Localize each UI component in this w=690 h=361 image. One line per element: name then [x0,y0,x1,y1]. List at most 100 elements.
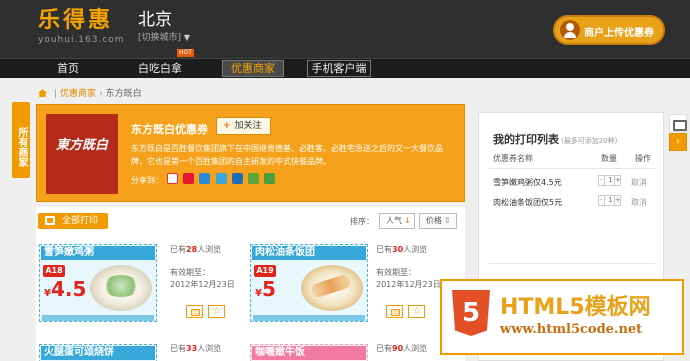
nav-home[interactable]: 首页 [44,59,92,78]
views-prefix: 已有 [170,344,186,353]
favorite-star-icon[interactable]: ☆ [408,305,425,318]
share-163-icon[interactable] [167,173,178,184]
sort-price-label: 价格 [426,216,442,225]
expand-arrow-icon[interactable]: › [669,133,687,151]
coupon-views: 已有90人浏览 [376,343,427,355]
increment-button[interactable]: + [614,196,621,205]
views-suffix: 人浏览 [197,344,222,353]
store-logo: 東方既白 [46,114,118,194]
print-all-button[interactable]: 全部打印 [38,213,108,229]
share-weibo-icon[interactable] [183,173,195,184]
views-count: 30 [392,245,404,254]
coupon-valid-label: 有效期至： [170,268,210,277]
coupon-list: 全部打印 排序： 人气 ↓ 价格 ⇕ 雪笋嫩鸡粥 A18 ¥4.5 已有28人浏览 … [36,207,465,361]
sort-label: 排序： [350,217,374,226]
print-coupon-button[interactable] [386,305,403,318]
nav-freebies[interactable]: 白吃白拿 [130,59,190,78]
coupon-footer [253,315,365,321]
coupon-valid-date: 2012年12月23日 [170,280,235,289]
html5-badge-icon: 5 [452,290,490,336]
views-prefix: 已有 [376,344,392,353]
currency-symbol: ¥ [255,288,262,299]
store-logo-text: 東方既白 [55,138,108,153]
coupon-title: 火腿蛋可颂烧饼 [41,346,155,360]
all-merchants-label: 所有商家 [16,127,27,167]
coupon-title: 雪笋嫩鸡粥 [41,246,155,260]
remove-link[interactable]: 取消 [631,197,647,208]
print-all-label: 全部打印 [62,216,99,226]
views-count: 28 [186,245,198,254]
print-coupon-button[interactable] [186,305,203,318]
coupon-views: 已有30人浏览 [376,244,427,256]
col-quantity: 数量 [601,154,617,163]
print-float-button[interactable] [669,114,687,132]
coupon-views: 已有28人浏览 [170,244,221,256]
coupon-card[interactable]: 咖喱嫩牛饭 [250,344,368,361]
nav-mobile-client[interactable]: 手机客户端 [307,60,371,77]
currency-symbol: ¥ [44,288,51,299]
divider [489,168,655,169]
views-prefix: 已有 [170,245,186,254]
user-icon [560,20,580,40]
coupon-title: 咖喱嫩牛饭 [252,346,366,360]
watermark-banner: 5 HTML5模板网 www.html5code.net [440,279,684,355]
site-logo[interactable]: 乐得惠 youhui.163.com [38,8,125,45]
increment-button[interactable]: + [614,176,621,185]
share-renren-icon[interactable] [231,173,243,184]
coupon-card[interactable]: 火腿蛋可颂烧饼 [39,344,157,361]
store-description: 东方既白是百胜餐饮集团旗下在中国继肯德基、必胜客、必胜宅急送之后的又一大餐饮品牌… [131,144,443,166]
breadcrumb-separator: | [54,89,58,99]
share-qq-weibo-icon[interactable] [199,173,211,184]
merchant-upload-label: 商户上传优惠券 [584,28,654,39]
arrow-down-icon: ↓ [404,216,411,225]
logo-domain: youhui.163.com [38,35,125,45]
logo-text: 乐得惠 [38,8,114,33]
watermark-url: www.html5code.net [500,322,643,337]
all-merchants-tab[interactable]: 所有商家 [12,102,30,178]
share-label: 分享到： [131,176,163,185]
decrement-button[interactable]: - [599,196,605,205]
coupon-valid-date: 2012年12月23日 [376,280,441,289]
share-douban-icon[interactable] [264,173,276,184]
print-list-title-text: 我的打印列表 [493,133,559,146]
main-nav: 首页 白吃白拿 优惠商家 手机客户端 [0,58,690,78]
sort-by-price[interactable]: 价格 ⇕ [419,213,457,229]
coupon-card[interactable]: 肉松油条饭团 A19 ¥5 [250,244,368,322]
sort-by-popularity[interactable]: 人气 ↓ [379,213,415,229]
decrement-button[interactable]: - [599,176,605,185]
follow-button[interactable]: + 加关注 [216,117,271,135]
coupon-views: 已有33人浏览 [170,343,221,355]
arrow-updown-icon: ⇕ [444,216,451,225]
print-list-title: 我的打印列表 (最多可添加20种) [493,131,617,147]
share-kaixin-icon[interactable] [247,173,259,184]
top-header: 乐得惠 youhui.163.com 北京 [切换城市] ▼ 商户上传优惠券 [0,0,690,58]
coupon-card[interactable]: 雪笋嫩鸡粥 A18 ¥4.5 [39,244,157,322]
breadcrumb-merchants[interactable]: 优惠商家 [60,89,96,99]
current-city: 北京 [138,10,172,30]
city-switch-link[interactable]: [切换城市] ▼ [138,30,190,43]
nav-merchants[interactable]: 优惠商家 [222,60,284,77]
coupon-footer [42,315,154,321]
food-image [301,265,363,311]
row-coupon-name: 肉松油条饭团仅5元 [493,198,563,207]
favorite-star-icon[interactable]: ☆ [208,305,225,318]
quantity-stepper[interactable]: -1 + [598,175,621,186]
coupon-price: ¥5 [255,277,276,301]
coupon-title: 肉松油条饭团 [252,246,366,260]
col-action: 操作 [635,154,651,163]
coupon-valid-label: 有效期至： [376,268,416,277]
breadcrumb: | 优惠商家 › 东方既白 [38,86,142,99]
share-qzone-icon[interactable] [215,173,227,184]
quantity-stepper[interactable]: -1 + [598,195,621,206]
hot-badge: HOT [177,49,194,57]
watermark-title: HTML5模板网 [500,295,651,320]
home-icon[interactable] [38,89,47,97]
views-count: 90 [392,344,404,353]
store-panel: 東方既白 东方既白优惠券 + 加关注 东方既白是百胜餐饮集团旗下在中国继肯德基、必… [36,104,465,202]
coupon-code: A19 [254,265,276,277]
remove-link[interactable]: 取消 [631,177,647,188]
plus-icon: + [223,121,231,131]
merchant-upload-button[interactable]: 商户上传优惠券 [553,15,665,45]
city-switch-label: [切换城市] [138,33,182,43]
views-suffix: 人浏览 [403,344,428,353]
